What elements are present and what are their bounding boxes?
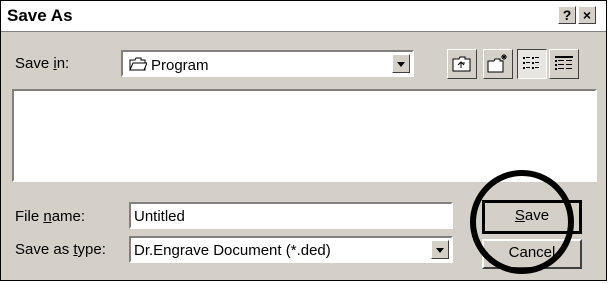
save-in-label: Save in: [15, 55, 70, 72]
file-list[interactable] [12, 89, 597, 182]
list-view-button[interactable] [517, 49, 547, 79]
new-folder-icon [487, 53, 509, 80]
save-as-type-combo[interactable]: Dr.Engrave Document (*.ded) [129, 236, 453, 263]
save-in-value: Program [151, 57, 209, 74]
folder-icon [129, 57, 148, 76]
save-in-combo[interactable]: Program [121, 50, 414, 77]
highlight-circle [470, 170, 574, 274]
save-in-dropdown-arrow[interactable] [392, 54, 410, 73]
save-as-type-dropdown-arrow[interactable] [431, 240, 449, 259]
file-name-label: File name: [15, 208, 86, 225]
save-as-type-value: Dr.Engrave Document (*.ded) [134, 242, 331, 259]
up-one-level-button[interactable] [447, 49, 477, 79]
file-name-input[interactable]: Untitled [129, 202, 453, 229]
details-view-icon [555, 56, 573, 77]
list-view-icon [523, 56, 541, 77]
title-bar: Save As ? × [1, 1, 606, 32]
save-as-type-label: Save as type: [15, 241, 106, 258]
new-folder-button[interactable] [483, 49, 513, 79]
up-one-level-icon [452, 55, 472, 78]
window-title: Save As [7, 6, 73, 25]
help-button[interactable]: ? [558, 6, 576, 24]
close-button[interactable]: × [578, 6, 596, 24]
details-view-button[interactable] [549, 49, 579, 79]
file-name-value: Untitled [134, 208, 185, 225]
